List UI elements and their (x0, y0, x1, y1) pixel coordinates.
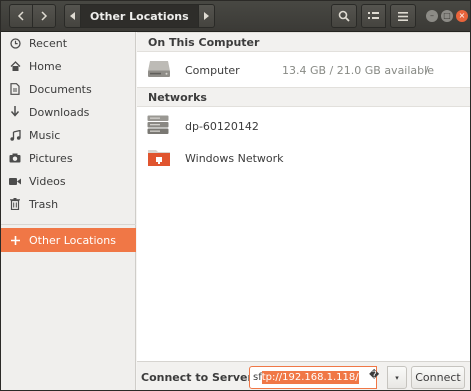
minimize-button[interactable]: – (426, 10, 438, 22)
camera-icon (8, 153, 22, 163)
location-row-computer[interactable]: Computer 13.4 GB / 21.0 GB available / (137, 55, 470, 85)
sidebar-separator (1, 224, 136, 225)
server-history-dropdown[interactable]: ▾ (387, 366, 407, 389)
home-icon (8, 60, 22, 72)
sidebar-item-videos[interactable]: Videos (1, 170, 136, 192)
plus-icon (8, 235, 22, 245)
main-content: On This Computer Computer 13.4 GB / 21.0… (137, 32, 470, 361)
search-button[interactable] (331, 4, 357, 28)
back-button[interactable] (9, 4, 33, 28)
chevron-left-icon (17, 11, 24, 21)
mount-point: / (425, 63, 429, 77)
server-address-selected-text: tp://192.168.1.118/ (261, 371, 359, 384)
sidebar-item-music[interactable]: Music (1, 124, 136, 146)
path-scroll-left-button[interactable] (64, 4, 81, 28)
header-bar: Other Locations – □ × (1, 1, 470, 32)
network-folder-icon (147, 147, 171, 170)
path-crumb-current[interactable]: Other Locations (81, 4, 198, 28)
chevron-right-icon (41, 11, 48, 21)
sidebar-item-label: Videos (29, 174, 66, 188)
sidebar-item-label: Recent (29, 36, 68, 50)
video-icon (8, 177, 22, 186)
file-manager-window: Other Locations – □ × Recent Home Docume… (0, 0, 471, 391)
triangle-right-icon (204, 12, 210, 20)
sidebar: Recent Home Documents Downloads Music Pi… (1, 32, 136, 390)
drive-icon (147, 60, 171, 81)
section-heading-on-this-computer: On This Computer (137, 32, 470, 52)
location-name: Windows Network (185, 151, 284, 165)
sidebar-item-other-locations[interactable]: Other Locations (1, 228, 136, 252)
server-address-prefix: sf (253, 372, 262, 383)
document-icon (8, 83, 22, 95)
sidebar-item-label: Downloads (29, 105, 90, 119)
connect-button[interactable]: Connect (411, 366, 465, 389)
location-name: Computer (185, 63, 240, 77)
clock-icon (8, 37, 22, 49)
triangle-left-icon (69, 12, 75, 20)
section-heading-networks: Networks (137, 87, 470, 107)
connect-to-server-bar: Connect to Server sf tp://192.168.1.118/ … (137, 361, 470, 390)
input-clear-icon[interactable]: � (369, 370, 379, 381)
download-icon (8, 106, 22, 118)
sidebar-item-label: Home (29, 59, 62, 73)
forward-button[interactable] (32, 4, 56, 28)
storage-info: 13.4 GB / 21.0 GB available (282, 63, 434, 77)
sidebar-item-pictures[interactable]: Pictures (1, 147, 136, 169)
sidebar-item-label: Trash (29, 197, 59, 211)
sidebar-item-home[interactable]: Home (1, 55, 136, 77)
sidebar-item-label: Pictures (29, 151, 73, 165)
sidebar-item-label: Documents (29, 82, 92, 96)
close-button[interactable]: × (456, 10, 468, 22)
sidebar-item-downloads[interactable]: Downloads (1, 101, 136, 123)
sidebar-item-label: Other Locations (29, 233, 116, 247)
maximize-button[interactable]: □ (441, 10, 453, 22)
view-toggle-button[interactable] (361, 4, 386, 28)
sidebar-item-recent[interactable]: Recent (1, 32, 136, 54)
connect-to-server-label: Connect to Server (141, 371, 253, 384)
path-bar: Other Locations (64, 4, 215, 28)
hamburger-menu-icon (398, 11, 408, 21)
music-icon (8, 129, 22, 141)
search-icon (338, 10, 350, 22)
menu-button[interactable] (390, 4, 416, 28)
sidebar-item-trash[interactable]: Trash (1, 193, 136, 215)
sidebar-item-documents[interactable]: Documents (1, 78, 136, 100)
trash-icon (8, 198, 22, 210)
location-name: dp-60120142 (185, 119, 259, 133)
location-row-windows-network[interactable]: Windows Network (137, 143, 470, 173)
sidebar-item-label: Music (29, 128, 61, 142)
path-scroll-right-button[interactable] (197, 4, 215, 28)
list-view-icon (368, 12, 379, 19)
location-row-dp-60120142[interactable]: dp-60120142 (137, 111, 470, 141)
server-icon (147, 115, 169, 138)
server-address-input[interactable]: sf tp://192.168.1.118/ (249, 366, 377, 389)
